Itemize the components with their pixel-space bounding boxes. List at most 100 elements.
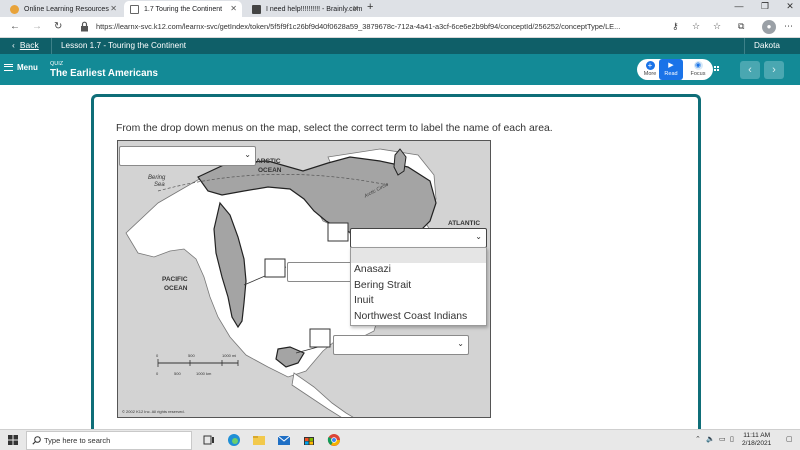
more-options-icon[interactable]: ⋯ <box>784 21 793 32</box>
option-northwest-coast-indians[interactable]: Northwest Coast Indians <box>354 311 467 322</box>
map-label-bering: Bering <box>148 175 166 181</box>
favorites-icon[interactable]: ☆ <box>713 21 721 32</box>
map-label-arctic-ocean: OCEAN <box>258 167 282 174</box>
highlighted-blank-option[interactable] <box>351 248 486 263</box>
clock-time: 11:11 AM <box>743 432 771 439</box>
tab-title: Online Learning Resources <box>24 5 109 13</box>
dropdown-area-1[interactable]: ⌄ <box>119 146 256 166</box>
scale-km-500: 500 <box>174 371 181 376</box>
chevron-up-icon[interactable]: ⌃ <box>695 435 701 443</box>
mail-icon[interactable] <box>277 433 291 447</box>
key-icon[interactable]: ⚷ <box>672 21 679 32</box>
file-explorer-icon[interactable] <box>252 433 266 447</box>
quiz-title: The Earliest Americans <box>50 68 158 79</box>
focus-tool-button[interactable]: ◉ Focus <box>685 59 711 80</box>
close-window-icon[interactable]: ✕ <box>778 1 800 12</box>
tab-title: I need help!!!!!!!!!! - Brainly.com <box>266 5 363 13</box>
option-bering-strait[interactable]: Bering Strait <box>354 280 411 291</box>
tool-label: More <box>643 71 657 77</box>
profile-avatar[interactable]: ● <box>762 20 776 34</box>
task-view-icon[interactable] <box>202 433 216 447</box>
map-label-pacific-ocean: OCEAN <box>164 285 188 292</box>
network-icon[interactable]: ▭ <box>719 435 726 443</box>
student-name[interactable]: Dakota <box>754 41 780 50</box>
browser-tab-strip: Online Learning Resources ✕ 1.7 Touring … <box>0 0 800 17</box>
lesson-title: Lesson 1.7 - Touring the Continent <box>61 41 187 50</box>
url-field[interactable]: https://learnx-svc.k12.com/learnx-svc/ge… <box>96 20 661 34</box>
back-button[interactable]: ‹ Back <box>12 40 39 50</box>
restore-icon[interactable]: ❐ <box>753 1 777 12</box>
system-clock[interactable]: 11:11 AM 2/18/2021 <box>742 432 771 448</box>
scale-km-1000: 1000 km <box>196 371 212 376</box>
browser-tab-brainly[interactable]: I need help!!!!!!!!!! - Brainly.com ✕ <box>246 1 364 17</box>
scale-mi-500: 500 <box>188 353 195 358</box>
chrome-browser-icon[interactable] <box>327 433 341 447</box>
menu-button[interactable]: Menu <box>4 63 38 72</box>
previous-page-button[interactable]: ‹ <box>740 61 760 79</box>
refresh-icon[interactable]: ↻ <box>54 21 62 32</box>
read-tool-button[interactable]: ▶ Read <box>659 59 683 80</box>
windows-start-icon[interactable] <box>8 435 18 445</box>
lock-icon[interactable] <box>80 21 89 32</box>
menu-label: Menu <box>17 63 38 72</box>
dropdown-options-list: Anasazi Bering Strait Inuit Northwest Co… <box>350 247 487 326</box>
chevron-down-icon: ⌄ <box>457 339 464 348</box>
map-label-bering-sea: Sea <box>154 182 165 188</box>
close-tab-icon[interactable]: ✕ <box>352 4 359 13</box>
lesson-header: ‹ Back Lesson 1.7 - Touring the Continent… <box>0 38 800 54</box>
plus-icon: + <box>645 61 655 70</box>
quiz-tag: QUIZ <box>50 61 64 67</box>
map-copyright: © 2002 K12 Inc. All rights reserved. <box>122 409 185 414</box>
new-tab-plus-icon[interactable]: + <box>367 1 373 13</box>
volume-icon[interactable]: 🔈 <box>706 435 715 443</box>
tool-label: Read <box>664 71 678 77</box>
close-tab-icon[interactable]: ✕ <box>230 4 237 13</box>
browser-tab-touring-continent[interactable]: 1.7 Touring the Continent ✕ <box>124 1 242 17</box>
battery-icon[interactable]: ▯ <box>730 435 734 443</box>
page-favicon-icon <box>130 4 139 14</box>
star-icon[interactable]: ☆ <box>692 21 700 32</box>
forward-arrow-icon[interactable]: → <box>32 21 42 32</box>
collections-icon[interactable]: ⧉ <box>738 21 744 32</box>
address-bar: ← → ↻ https://learnx-svc.k12.com/learnx-… <box>0 17 800 38</box>
more-tool-button[interactable]: + More <box>639 59 661 80</box>
globe-favicon-icon <box>10 4 19 14</box>
scale-mi-1000: 1000 mi <box>222 353 236 358</box>
option-anasazi[interactable]: Anasazi <box>354 264 391 275</box>
chevron-down-icon: ⌄ <box>244 150 251 159</box>
dropdown-area-3[interactable] <box>287 262 352 282</box>
hamburger-icon <box>4 64 13 71</box>
dropdown-area-2[interactable]: ⌄ <box>350 228 487 248</box>
divider <box>744 38 745 54</box>
dropdown-area-4[interactable]: ⌄ <box>333 335 469 355</box>
notifications-icon[interactable]: ▢ <box>786 435 793 443</box>
next-page-button[interactable]: › <box>764 61 784 79</box>
play-icon: ▶ <box>668 62 674 69</box>
chevron-left-icon: ‹ <box>12 40 15 50</box>
search-placeholder: Type here to search <box>44 436 111 445</box>
divider <box>51 38 52 54</box>
map-label-pacific: PACIFIC <box>162 276 188 283</box>
quiz-header: Menu QUIZ The Earliest Americans + More … <box>0 54 800 85</box>
map-label-atlantic: ATLANTIC <box>448 220 480 227</box>
tab-title: 1.7 Touring the Continent <box>144 5 223 13</box>
back-arrow-icon[interactable]: ← <box>10 21 20 32</box>
clock-date: 2/18/2021 <box>742 440 772 447</box>
option-inuit[interactable]: Inuit <box>354 295 374 306</box>
question-prompt: From the drop down menus on the map, sel… <box>116 123 553 134</box>
eye-icon: ◉ <box>693 61 703 70</box>
edge-browser-icon[interactable] <box>227 433 241 447</box>
tools-pill: + More ▶ Read ◉ Focus <box>637 59 713 80</box>
windows-taskbar: Type here to search ⌃ 🔈 ▭ ▯ 11:11 AM 2/1… <box>0 429 800 450</box>
store-icon[interactable] <box>302 433 316 447</box>
browser-tab-online-learning[interactable]: Online Learning Resources ✕ <box>4 1 122 17</box>
close-tab-icon[interactable]: ✕ <box>110 4 117 13</box>
tool-label: Focus <box>690 71 706 77</box>
apps-grid-icon[interactable] <box>714 66 720 73</box>
taskbar-search-box[interactable]: Type here to search <box>26 431 192 450</box>
back-label: Back <box>19 40 39 50</box>
brainly-favicon-icon <box>252 4 261 14</box>
map-label-arctic: ARCTIC <box>256 158 281 165</box>
minimize-icon[interactable]: — <box>727 1 751 11</box>
chevron-down-icon: ⌄ <box>475 232 482 241</box>
